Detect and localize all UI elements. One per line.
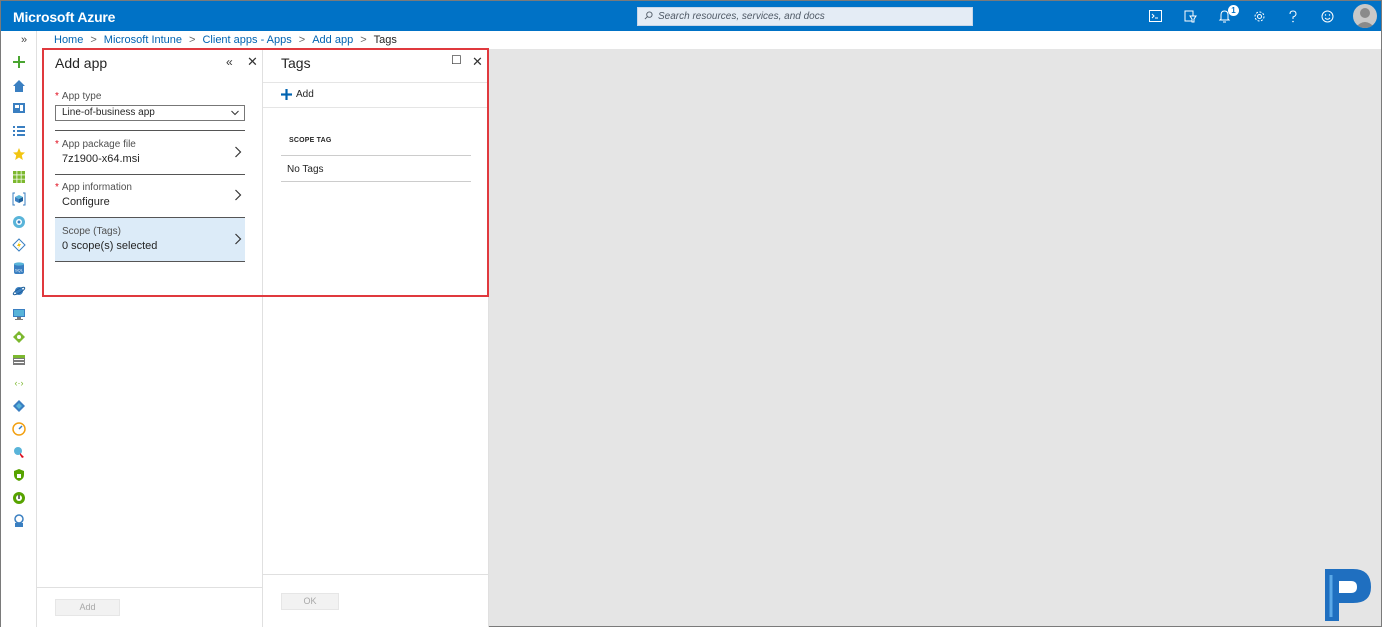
close-blade-button[interactable]: ✕ <box>247 54 258 70</box>
avatar[interactable] <box>1353 4 1377 28</box>
monitor-icon[interactable] <box>12 422 26 436</box>
scope-tags-value: 0 scope(s) selected <box>62 240 158 252</box>
help-support-icon[interactable] <box>12 514 26 528</box>
feedback-icon[interactable] <box>1319 8 1335 24</box>
notification-badge: 1 <box>1228 5 1239 16</box>
plus-icon <box>281 89 292 100</box>
add-command-label: Add <box>296 89 314 100</box>
virtual-networks-icon[interactable]: ‹·› <box>12 376 26 390</box>
directory-filter-icon[interactable] <box>1182 8 1198 24</box>
column-header-scope-tag[interactable]: SCOPE TAG <box>289 137 332 144</box>
search-input[interactable]: Search resources, services, and docs <box>637 7 973 26</box>
svg-text:‹·›: ‹·› <box>15 378 24 388</box>
chevron-down-icon <box>231 110 239 116</box>
breadcrumb-intune[interactable]: Microsoft Intune <box>104 34 182 46</box>
blade-title: Add app <box>55 55 108 71</box>
app-package-value: 7z1900-x64.msi <box>62 153 140 165</box>
divider <box>55 174 245 175</box>
breadcrumb-separator: > <box>360 34 367 46</box>
top-bar: Microsoft Azure Search resources, servic… <box>1 1 1381 31</box>
chevron-right-icon <box>235 233 242 245</box>
settings-icon[interactable] <box>1251 8 1267 24</box>
footer-divider <box>263 574 489 575</box>
storage-accounts-icon[interactable] <box>12 353 26 367</box>
app-type-value: Line-of-business app <box>62 107 155 118</box>
add-tag-command[interactable]: Add <box>281 89 314 100</box>
divider <box>55 130 245 131</box>
search-placeholder: Search resources, services, and docs <box>658 11 825 22</box>
all-resources-icon[interactable] <box>12 170 26 184</box>
help-icon[interactable] <box>1285 8 1301 24</box>
resource-groups-icon[interactable] <box>12 192 26 206</box>
sql-databases-icon[interactable]: SQL <box>12 261 26 275</box>
add-app-blade: Add app « ✕ * App type Line-of-business a… <box>37 49 263 627</box>
breadcrumb-add-app[interactable]: Add app <box>312 34 353 46</box>
app-type-label: * App type <box>55 91 102 102</box>
app-type-dropdown[interactable]: Line-of-business app <box>55 105 245 121</box>
chevron-right-icon <box>235 189 242 201</box>
divider <box>55 261 245 262</box>
add-button[interactable]: Add <box>55 599 120 616</box>
table-row: No Tags <box>287 164 324 175</box>
security-center-icon[interactable] <box>12 468 26 482</box>
maximize-blade-button[interactable]: ☐ <box>451 53 462 67</box>
collapse-blade-button[interactable]: « <box>226 55 233 69</box>
favorites-star-icon <box>13 148 25 160</box>
divider <box>263 82 489 83</box>
dashboard-icon[interactable] <box>12 101 26 115</box>
table-header-divider <box>281 155 471 156</box>
chevron-right-icon <box>235 146 242 158</box>
blade-title: Tags <box>281 55 311 71</box>
left-nav: » SQL ‹·› <box>1 31 37 627</box>
function-apps-icon[interactable] <box>12 238 26 252</box>
footer-divider <box>37 587 263 588</box>
breadcrumb: Home > Microsoft Intune > Client apps - … <box>54 34 397 46</box>
expand-nav-button[interactable]: » <box>21 34 27 46</box>
advisor-icon[interactable] <box>12 445 26 459</box>
breadcrumb-current: Tags <box>373 34 397 46</box>
breadcrumb-bar: Home > Microsoft Intune > Client apps - … <box>37 31 1381 49</box>
all-services-icon[interactable] <box>12 124 26 138</box>
ok-button[interactable]: OK <box>281 593 339 610</box>
load-balancers-icon[interactable] <box>12 330 26 344</box>
cost-management-icon[interactable] <box>12 491 26 505</box>
breadcrumb-client-apps[interactable]: Client apps - Apps <box>202 34 291 46</box>
table-row-divider <box>281 181 471 182</box>
scope-tags-label: Scope (Tags) <box>62 226 121 237</box>
virtual-machines-icon[interactable] <box>12 307 26 321</box>
divider <box>263 107 489 108</box>
app-info-value: Configure <box>62 196 110 208</box>
search-icon <box>644 11 653 20</box>
app-info-label: * App information <box>55 182 132 193</box>
cosmos-db-icon[interactable] <box>12 284 26 298</box>
watermark-logo <box>1325 569 1371 621</box>
close-blade-button[interactable]: ✕ <box>472 54 483 70</box>
tags-blade: Tags ☐ ✕ Add SCOPE TAG No Tags OK <box>263 49 489 627</box>
breadcrumb-separator: > <box>90 34 97 46</box>
breadcrumb-home[interactable]: Home <box>54 34 83 46</box>
svg-text:SQL: SQL <box>15 268 24 273</box>
app-services-icon[interactable] <box>12 215 26 229</box>
app-package-label: * App package file <box>55 139 136 150</box>
brand-title[interactable]: Microsoft Azure <box>13 9 115 25</box>
azure-ad-icon[interactable] <box>12 399 26 413</box>
create-resource-icon[interactable] <box>12 55 26 69</box>
breadcrumb-separator: > <box>298 34 306 46</box>
cloud-shell-icon[interactable] <box>1147 8 1163 24</box>
breadcrumb-separator: > <box>189 34 196 46</box>
home-icon[interactable] <box>12 79 26 93</box>
